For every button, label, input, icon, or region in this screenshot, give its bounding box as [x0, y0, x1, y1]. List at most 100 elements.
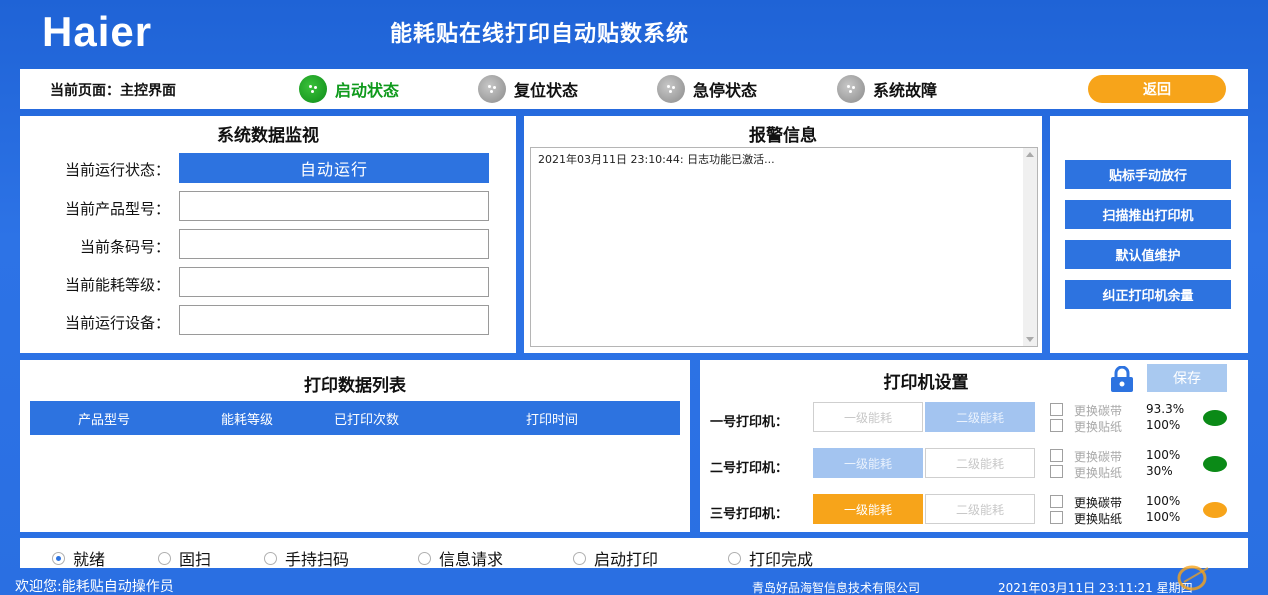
printer-3-ribbon-checkbox[interactable]: [1050, 495, 1063, 508]
printer-2-ribbon-label: 更换碳带: [1074, 450, 1123, 464]
mode-radio-start-print[interactable]: 启动打印: [573, 546, 658, 570]
col-energy-level[interactable]: 能耗等级: [221, 409, 273, 428]
title-bar: Haier 能耗贴在线打印自动贴数系统: [0, 0, 1268, 62]
radio-unchecked-icon[interactable]: [158, 551, 171, 565]
radio-unchecked-icon[interactable]: [264, 551, 277, 565]
mode-print-done-label: 打印完成: [749, 550, 814, 569]
col-print-count[interactable]: 已打印次数: [334, 409, 399, 428]
indicator-start-label: 启动状态: [335, 81, 400, 100]
mode-ready-label: 就绪: [73, 550, 106, 569]
printer-2-paper-checkbox[interactable]: [1050, 465, 1063, 478]
indicator-reset-label: 复位状态: [514, 81, 579, 100]
start-status-lamp-icon: [299, 75, 327, 103]
monitor-title: 系统数据监视: [217, 126, 319, 146]
printer-1-paper-pct: 100%: [1146, 418, 1181, 432]
mode-handheld-scan-label: 手持扫码: [285, 550, 350, 569]
system-monitor-panel: 系统数据监视 当前运行状态： 自动运行 当前产品型号： 当前条码号： 当前能耗等…: [20, 116, 516, 353]
printer-2-ribbon-pct: 100%: [1146, 448, 1181, 462]
correct-printer-remaining-button[interactable]: 纠正打印机余量: [1065, 280, 1231, 309]
mode-radio-info-request[interactable]: 信息请求: [418, 546, 503, 570]
printer-3-level1-button[interactable]: 一级能耗: [813, 494, 923, 524]
indicator-estop: 急停状态: [657, 75, 757, 103]
printer-1-paper-checkbox[interactable]: [1050, 419, 1063, 432]
printer-1-status-icon: [1203, 410, 1227, 426]
alarm-title: 报警信息: [749, 126, 817, 146]
back-button[interactable]: 返回: [1088, 75, 1226, 103]
col-product-model[interactable]: 产品型号: [78, 409, 130, 428]
company-name: 青岛好品海智信息技术有限公司: [752, 581, 921, 595]
alarm-log-line: 2021年03月11日 23:10:44: 日志功能已激活...: [538, 153, 775, 166]
mode-radio-print-done[interactable]: 打印完成: [728, 546, 813, 570]
action-buttons-panel: 贴标手动放行 扫描推出打印机 默认值维护 纠正打印机余量: [1050, 116, 1248, 353]
scroll-up-icon[interactable]: [1026, 152, 1034, 157]
alarm-scrollbar[interactable]: [1023, 148, 1037, 346]
printer-3-ribbon-label: 更换碳带: [1074, 496, 1123, 510]
printer-1-level2-button[interactable]: 二级能耗: [925, 402, 1035, 432]
radio-unchecked-icon[interactable]: [418, 551, 431, 565]
col-print-time[interactable]: 打印时间: [526, 409, 578, 428]
barcode-field[interactable]: [179, 229, 489, 259]
default-maintenance-button[interactable]: 默认值维护: [1065, 240, 1231, 269]
run-status-value: 自动运行: [179, 153, 489, 183]
printer-3-paper-pct: 100%: [1146, 510, 1181, 524]
printer-2-status-icon: [1203, 456, 1227, 472]
run-device-label: 当前运行设备：: [64, 314, 170, 332]
printer-1-ribbon-label: 更换碳带: [1074, 404, 1123, 418]
printer-2-paper-label: 更换贴纸: [1074, 466, 1123, 480]
barcode-label: 当前条码号：: [79, 238, 170, 256]
print-list-panel: 打印数据列表 产品型号 能耗等级 已打印次数 打印时间: [20, 360, 690, 532]
indicator-estop-label: 急停状态: [693, 81, 758, 100]
product-model-label: 当前产品型号：: [64, 200, 170, 218]
mode-start-print-label: 启动打印: [594, 550, 659, 569]
footer-datetime: 2021年03月11日 23:11:21 星期四: [998, 581, 1193, 595]
manual-release-button[interactable]: 贴标手动放行: [1065, 160, 1231, 189]
eworks-watermark-icon: [1177, 565, 1209, 591]
printer-2-label: 二号打印机：: [710, 461, 789, 476]
haier-logo: Haier: [42, 8, 153, 55]
mode-radio-ready[interactable]: 就绪: [52, 546, 105, 570]
printer-settings-panel: 打印机设置 保存 一号打印机： 一级能耗 二级能耗 更换碳带 93.3% 更换贴…: [700, 360, 1248, 532]
printer-2-ribbon-checkbox[interactable]: [1050, 449, 1063, 462]
print-list-title: 打印数据列表: [304, 376, 406, 396]
printer-1-label: 一号打印机：: [710, 415, 789, 430]
printer-1-ribbon-checkbox[interactable]: [1050, 403, 1063, 416]
run-device-field[interactable]: [179, 305, 489, 335]
indicator-fault: 系统故障: [837, 75, 937, 103]
energy-level-field[interactable]: [179, 267, 489, 297]
printer-1-level1-button[interactable]: 一级能耗: [813, 402, 923, 432]
indicator-start: 启动状态: [299, 75, 399, 103]
status-bar: 当前页面：主控界面 启动状态 复位状态 急停状态 系统故障 返回: [20, 69, 1248, 109]
printer-3-status-icon: [1203, 502, 1227, 518]
energy-level-label: 当前能耗等级：: [64, 276, 170, 294]
welcome-text: 欢迎您:能耗贴自动操作员: [15, 579, 174, 595]
scan-push-printer-button[interactable]: 扫描推出打印机: [1065, 200, 1231, 229]
lock-icon[interactable]: [1107, 366, 1137, 392]
printer-2-level1-button[interactable]: 一级能耗: [813, 448, 923, 478]
product-model-field[interactable]: [179, 191, 489, 221]
alarm-panel: 报警信息 2021年03月11日 23:10:44: 日志功能已激活...: [524, 116, 1042, 353]
scroll-down-icon[interactable]: [1026, 337, 1034, 342]
printer-2-level2-button[interactable]: 二级能耗: [925, 448, 1035, 478]
radio-unchecked-icon[interactable]: [728, 551, 741, 565]
mode-info-request-label: 信息请求: [439, 550, 504, 569]
estop-status-lamp-icon: [657, 75, 685, 103]
printer-3-level2-button[interactable]: 二级能耗: [925, 494, 1035, 524]
radio-checked-icon[interactable]: [52, 551, 65, 565]
current-page-label: 当前页面：主控界面: [50, 83, 176, 99]
printer-1-ribbon-pct: 93.3%: [1146, 402, 1185, 416]
printer-3-label: 三号打印机：: [710, 507, 789, 522]
reset-status-lamp-icon: [478, 75, 506, 103]
printer-2-paper-pct: 30%: [1146, 464, 1173, 478]
mode-fixed-scan-label: 固扫: [179, 550, 212, 569]
fault-status-lamp-icon: [837, 75, 865, 103]
alarm-log[interactable]: 2021年03月11日 23:10:44: 日志功能已激活...: [530, 147, 1038, 347]
mode-radio-fixed-scan[interactable]: 固扫: [158, 546, 211, 570]
printer-3-paper-checkbox[interactable]: [1050, 511, 1063, 524]
indicator-fault-label: 系统故障: [873, 81, 938, 100]
mode-radio-bar: 就绪 固扫 手持扫码 信息请求 启动打印 打印完成: [20, 538, 1248, 570]
print-list-header: 产品型号 能耗等级 已打印次数 打印时间: [30, 401, 680, 435]
mode-radio-handheld-scan[interactable]: 手持扫码: [264, 546, 349, 570]
radio-unchecked-icon[interactable]: [573, 551, 586, 565]
printer-3-ribbon-pct: 100%: [1146, 494, 1181, 508]
save-button[interactable]: 保存: [1147, 364, 1227, 392]
